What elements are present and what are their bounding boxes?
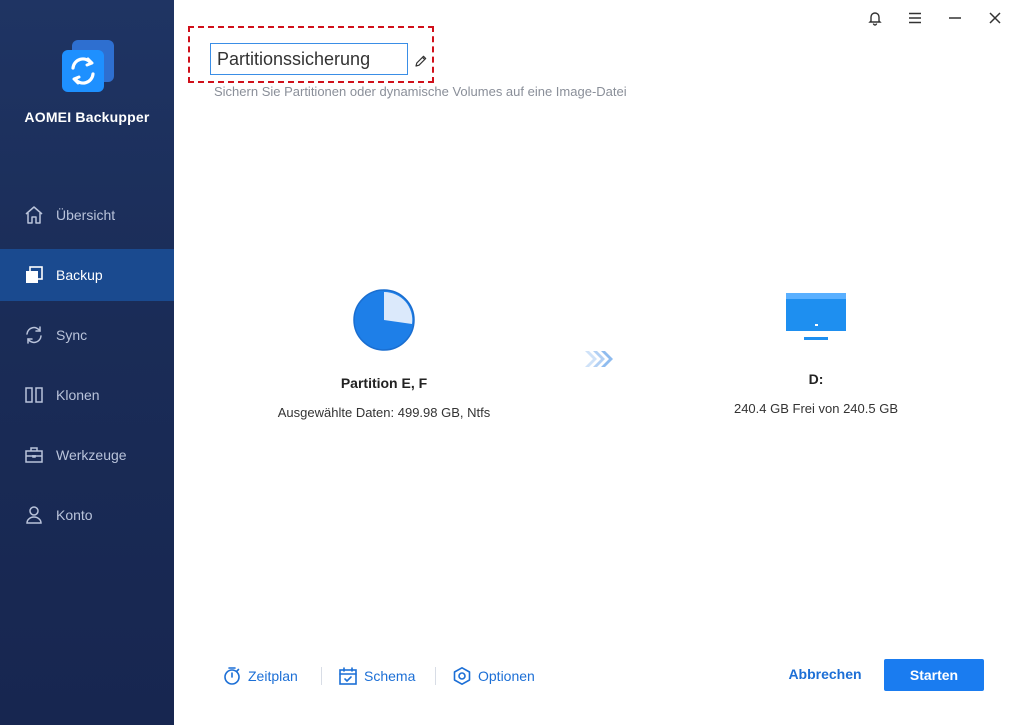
sidebar-nav: Übersicht Backup Sync Klonen Werkzeuge K… <box>0 189 174 549</box>
minimize-button[interactable] <box>935 8 975 28</box>
toolbox-icon <box>24 445 44 465</box>
close-button[interactable] <box>975 8 1015 28</box>
scheme-button[interactable]: Schema <box>338 664 415 688</box>
sidebar-item-clone[interactable]: Klonen <box>0 369 174 421</box>
calendar-check-icon <box>339 667 357 685</box>
menu-button[interactable] <box>895 8 935 28</box>
timer-icon <box>224 667 240 685</box>
footer-divider <box>435 667 436 685</box>
pencil-icon[interactable] <box>414 54 428 68</box>
source-detail: Ausgewählte Daten: 499.98 GB, Ntfs <box>277 405 491 420</box>
options-button[interactable]: Optionen <box>452 664 535 688</box>
settings-hexagon-icon <box>453 667 471 685</box>
chevrons-right-icon <box>585 351 613 367</box>
sync-icon <box>24 325 44 345</box>
sidebar-item-account[interactable]: Konto <box>0 489 174 541</box>
app-logo-icon <box>62 40 114 92</box>
destination-title[interactable]: D: <box>716 371 916 387</box>
schedule-label: Zeitplan <box>248 668 298 684</box>
sidebar-item-label: Klonen <box>56 387 100 403</box>
footer-divider <box>321 667 322 685</box>
sidebar-item-label: Sync <box>56 327 88 343</box>
sidebar-item-tools[interactable]: Werkzeuge <box>0 429 174 481</box>
start-button[interactable]: Starten <box>884 659 984 691</box>
user-icon <box>24 505 44 525</box>
task-name-highlight: Partitionssicherung <box>188 26 434 83</box>
sidebar-item-label: Konto <box>56 507 93 523</box>
sidebar: AOMEI Backupper Übersicht Backup Sync Kl… <box>0 0 174 725</box>
scheme-label: Schema <box>364 668 416 684</box>
cancel-button[interactable]: Abbrechen <box>780 666 870 686</box>
task-name-input[interactable]: Partitionssicherung <box>210 43 408 75</box>
destination-detail: 240.4 GB Frei von 240.5 GB <box>733 401 899 416</box>
clone-icon <box>24 385 44 405</box>
home-icon <box>24 205 44 225</box>
task-description: Sichern Sie Partitionen oder dynamische … <box>214 84 627 99</box>
notifications-button[interactable] <box>855 8 895 28</box>
backup-icon <box>24 265 44 285</box>
source-title[interactable]: Partition E, F <box>284 375 484 391</box>
sidebar-item-overview[interactable]: Übersicht <box>0 189 174 241</box>
minimize-icon <box>949 17 961 19</box>
sidebar-item-label: Backup <box>56 267 103 283</box>
sidebar-item-label: Werkzeuge <box>56 447 127 463</box>
menu-icon <box>909 12 921 24</box>
bell-icon <box>868 12 882 26</box>
sidebar-item-sync[interactable]: Sync <box>0 309 174 361</box>
partition-pie-icon[interactable] <box>353 289 415 351</box>
app-name: AOMEI Backupper <box>24 109 150 125</box>
window-controls <box>855 8 1015 28</box>
monitor-icon[interactable] <box>784 292 848 344</box>
close-icon <box>989 12 1001 24</box>
schedule-button[interactable]: Zeitplan <box>222 664 298 688</box>
sidebar-item-backup[interactable]: Backup <box>0 249 174 301</box>
sidebar-item-label: Übersicht <box>56 207 116 223</box>
options-label: Optionen <box>478 668 535 684</box>
